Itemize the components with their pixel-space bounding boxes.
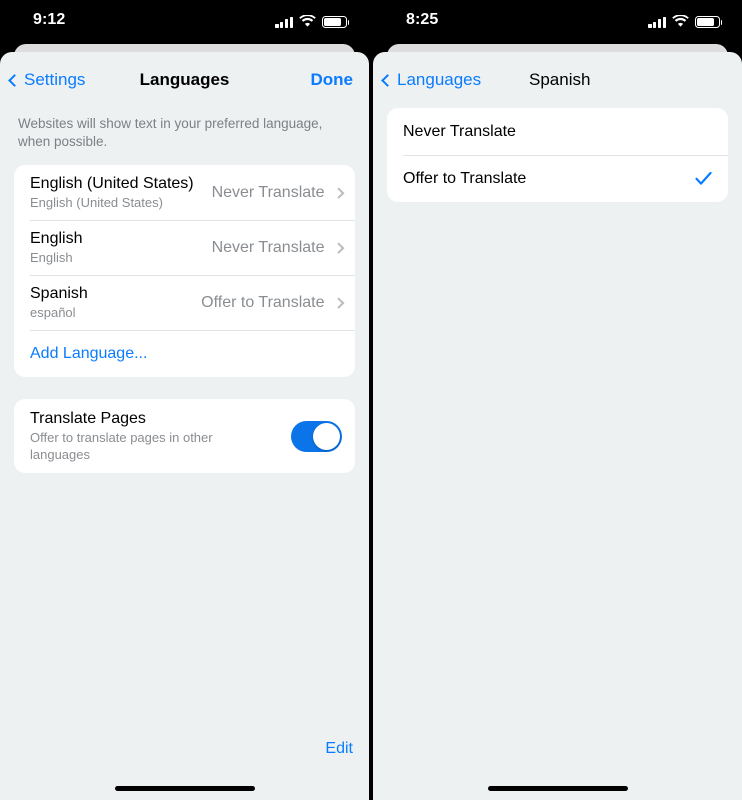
row-text-block: Never Translate bbox=[403, 122, 715, 141]
edit-button[interactable]: Edit bbox=[325, 740, 353, 758]
battery-icon bbox=[695, 15, 723, 28]
languages-footnote: Websites will show text in your preferre… bbox=[18, 116, 323, 149]
status-icons bbox=[648, 14, 723, 28]
row-text-block: Offer to Translate bbox=[403, 169, 695, 188]
language-native-name: español bbox=[30, 305, 76, 320]
translate-pages-card: Translate Pages Offer to translate pages… bbox=[14, 399, 355, 473]
status-time: 9:12 bbox=[33, 11, 66, 28]
add-language-button[interactable]: Add Language... bbox=[14, 330, 355, 377]
wifi-icon bbox=[672, 15, 689, 27]
row-text-block: Add Language... bbox=[30, 344, 342, 363]
settings-sheet-left: Settings Languages Done Websites will sh… bbox=[0, 52, 369, 800]
translate-pages-subtitle: Offer to translate pages in other langua… bbox=[30, 430, 213, 462]
status-bar-right: 8:25 bbox=[373, 0, 742, 44]
language-name: Spanish bbox=[30, 285, 88, 302]
row-text-block: Spanish español bbox=[30, 284, 193, 321]
language-native-name: English (United States) bbox=[30, 195, 163, 210]
page-title: Spanish bbox=[529, 70, 591, 89]
chevron-right-icon bbox=[332, 242, 344, 253]
option-label: Offer to Translate bbox=[403, 170, 527, 187]
chevron-right-icon bbox=[332, 187, 344, 198]
cellular-signal-icon bbox=[275, 16, 293, 28]
right-phone-screen: 8:25 Languages Spanish Never Translate O… bbox=[373, 0, 742, 800]
cellular-signal-icon bbox=[648, 16, 666, 28]
row-text-block: English English bbox=[30, 229, 204, 266]
chevron-right-icon bbox=[332, 297, 344, 308]
left-phone-screen: 9:12 Settings Languages Done Websites wi… bbox=[0, 0, 369, 800]
battery-icon bbox=[322, 15, 350, 28]
toggle-knob bbox=[313, 422, 340, 450]
row-text-block: Translate Pages Offer to translate pages… bbox=[30, 409, 291, 463]
checkmark-icon bbox=[695, 171, 712, 185]
language-name: English bbox=[30, 230, 83, 247]
status-time: 8:25 bbox=[406, 11, 439, 28]
nav-bar-left: Settings Languages Done bbox=[0, 52, 369, 108]
wifi-icon bbox=[299, 15, 316, 27]
language-translate-setting: Never Translate bbox=[211, 183, 325, 201]
settings-sheet-right: Languages Spanish Never Translate Offer … bbox=[373, 52, 742, 800]
option-never-translate[interactable]: Never Translate bbox=[387, 108, 728, 155]
table-row[interactable]: English (United States) English (United … bbox=[14, 165, 355, 220]
language-name: English (United States) bbox=[30, 175, 194, 192]
status-bar-left: 9:12 bbox=[0, 0, 369, 44]
sheet-body-left: Websites will show text in your preferre… bbox=[0, 108, 369, 473]
nav-bar-right: Languages Spanish bbox=[373, 52, 742, 108]
language-translate-setting: Offer to Translate bbox=[201, 293, 325, 311]
sheet-body-right: Never Translate Offer to Translate bbox=[373, 108, 742, 202]
home-indicator[interactable] bbox=[487, 786, 628, 791]
translate-pages-toggle[interactable] bbox=[291, 420, 342, 452]
table-row[interactable]: Spanish español Offer to Translate bbox=[14, 275, 355, 330]
translate-pages-row[interactable]: Translate Pages Offer to translate pages… bbox=[14, 399, 355, 473]
languages-card: English (United States) English (United … bbox=[14, 165, 355, 377]
row-text-block: English (United States) English (United … bbox=[30, 174, 204, 211]
option-offer-to-translate[interactable]: Offer to Translate bbox=[387, 155, 728, 202]
language-native-name: English bbox=[30, 250, 73, 265]
language-translate-setting: Never Translate bbox=[211, 238, 325, 256]
screen-divider bbox=[369, 0, 372, 800]
dual-screenshot-container: 9:12 Settings Languages Done Websites wi… bbox=[0, 0, 742, 800]
translate-options-card: Never Translate Offer to Translate bbox=[387, 108, 728, 202]
home-indicator[interactable] bbox=[114, 786, 255, 791]
add-language-label: Add Language... bbox=[30, 345, 148, 362]
status-icons bbox=[275, 14, 350, 28]
done-button[interactable]: Done bbox=[311, 52, 354, 108]
option-label: Never Translate bbox=[403, 123, 516, 140]
table-row[interactable]: English English Never Translate bbox=[14, 220, 355, 275]
translate-pages-title: Translate Pages bbox=[30, 410, 146, 427]
